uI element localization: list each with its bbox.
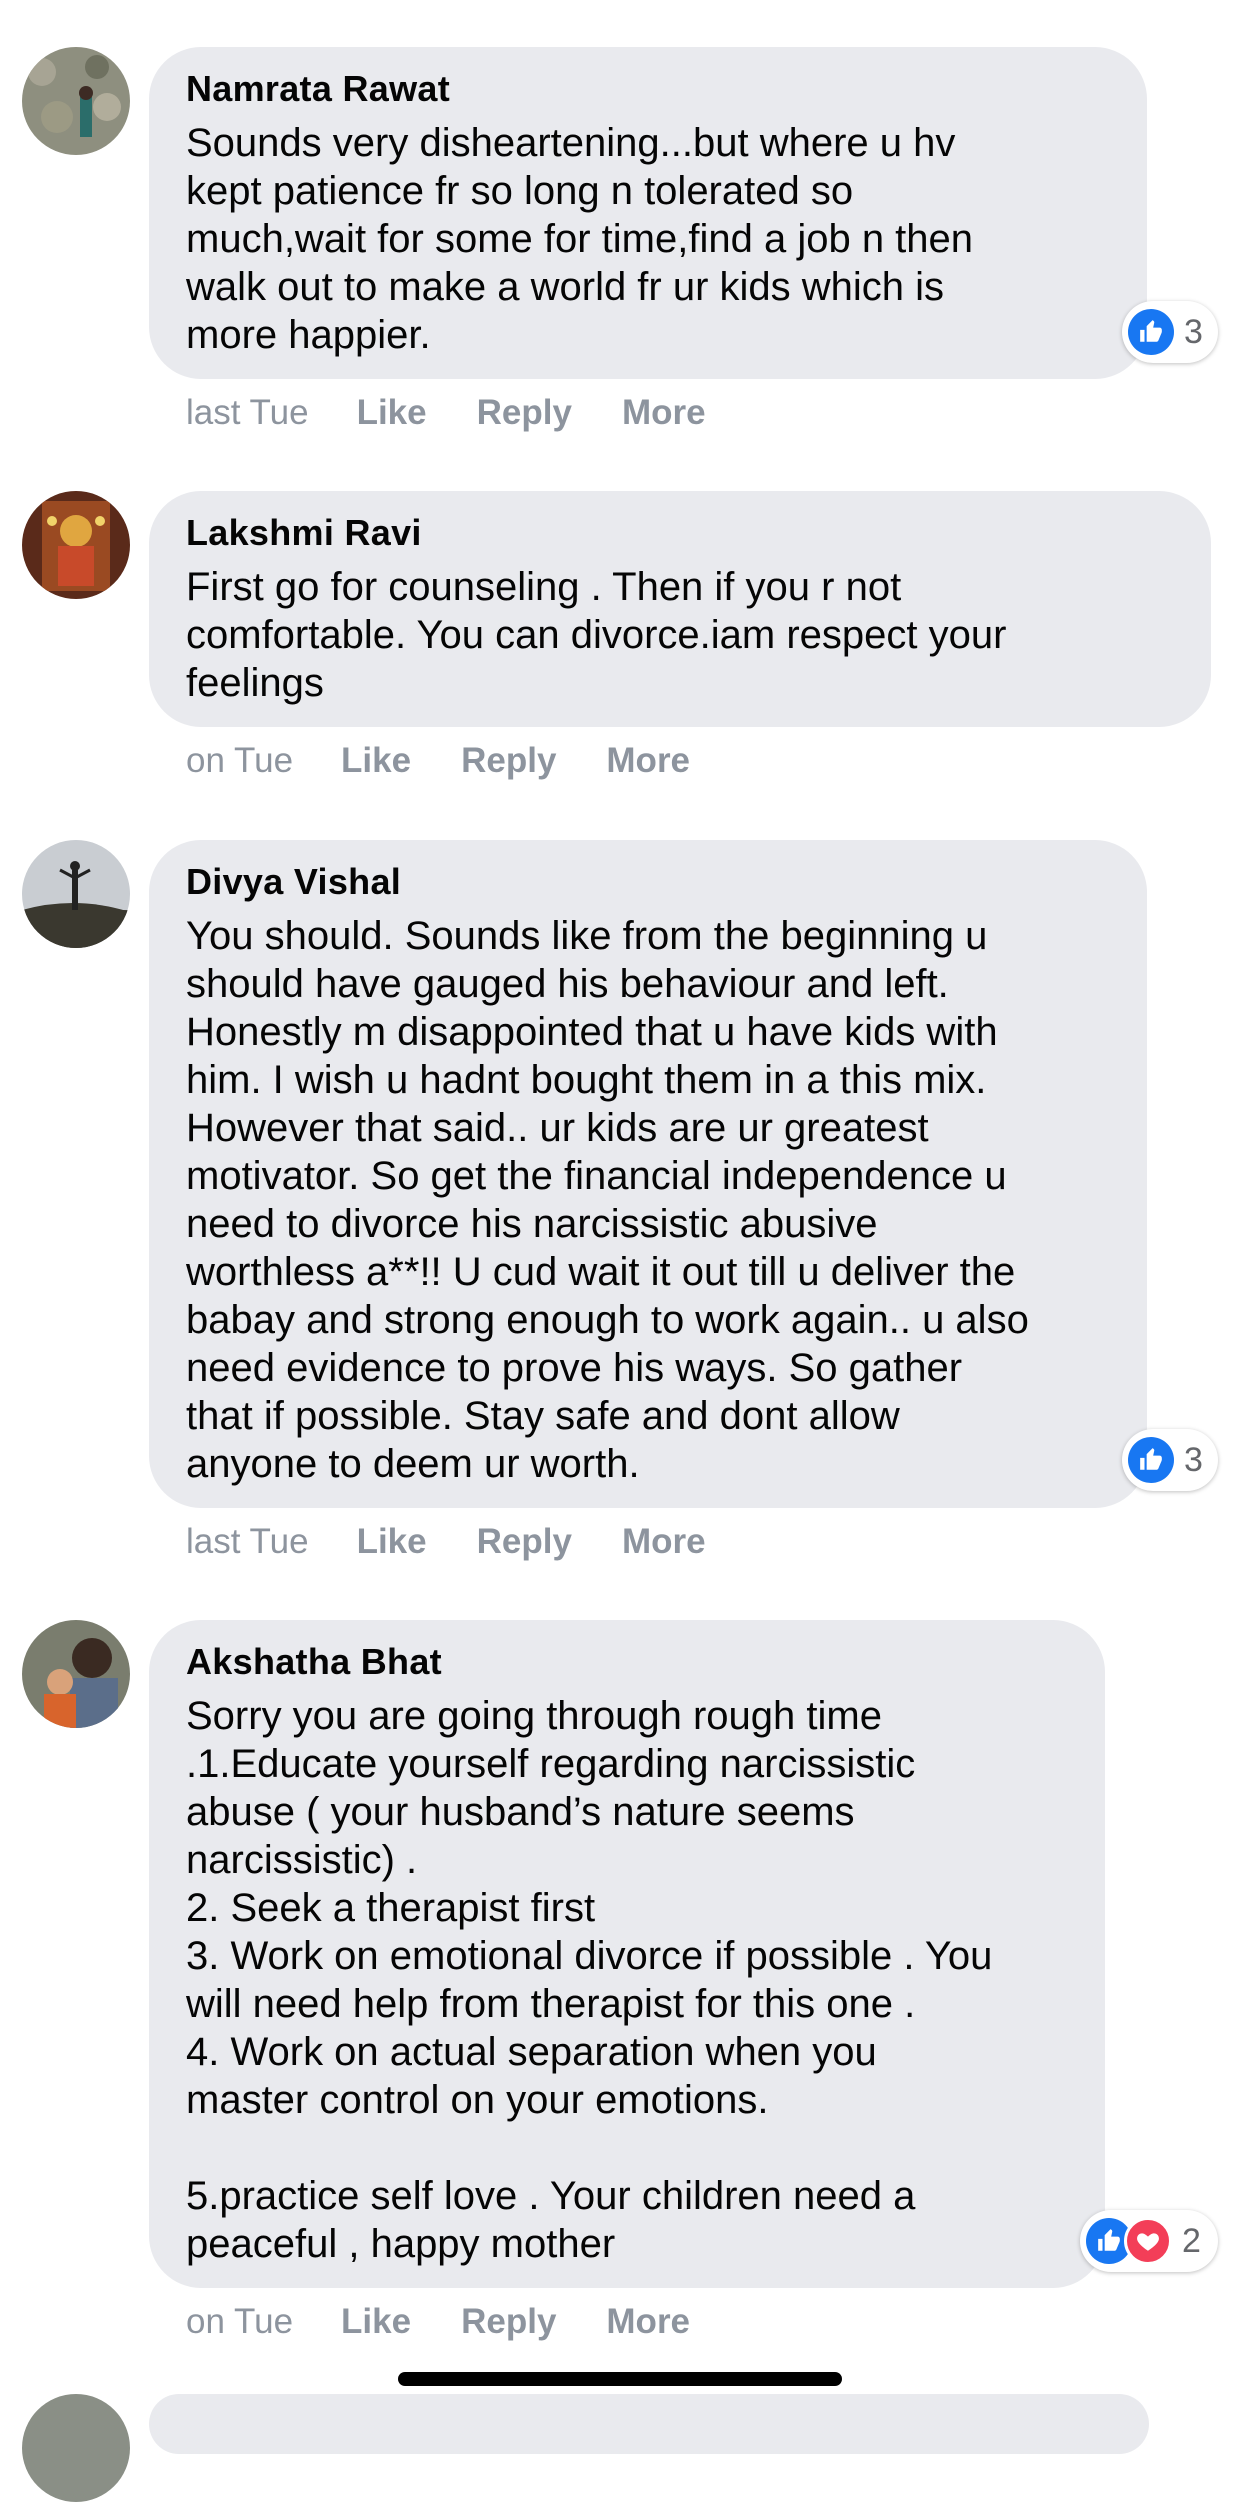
- comment-text: Sorry you are going through rough time .…: [186, 1694, 993, 2266]
- reply-button[interactable]: Reply: [477, 393, 572, 433]
- comment-bubble[interactable]: Akshatha Bhat Sorry you are going throug…: [149, 1620, 1105, 2288]
- reaction-summary[interactable]: 3: [1122, 1429, 1218, 1491]
- reaction-summary[interactable]: 2: [1080, 2210, 1218, 2272]
- comment-timestamp: last Tue: [186, 1522, 309, 1561]
- reaction-count: 3: [1184, 1440, 1203, 1479]
- reaction-count: 2: [1182, 2221, 1201, 2260]
- comment-timestamp: on Tue: [186, 741, 294, 780]
- reply-button[interactable]: Reply: [461, 2302, 556, 2342]
- reply-button[interactable]: Reply: [477, 1522, 572, 1562]
- comment-author[interactable]: Lakshmi Ravi: [186, 509, 1175, 557]
- comment-actions: last Tue Like Reply More: [186, 1522, 756, 1562]
- comment-author[interactable]: Namrata Rawat: [186, 65, 1111, 113]
- comment-timestamp: on Tue: [186, 2302, 294, 2341]
- more-button[interactable]: More: [606, 2302, 690, 2342]
- like-button[interactable]: Like: [357, 393, 427, 433]
- avatar[interactable]: [22, 47, 130, 155]
- like-button[interactable]: Like: [357, 1522, 427, 1562]
- avatar[interactable]: [22, 2394, 130, 2502]
- comment-author[interactable]: Akshatha Bhat: [186, 1638, 1069, 1686]
- like-button[interactable]: Like: [341, 2302, 411, 2342]
- comment-actions: on Tue Like Reply More: [186, 741, 740, 781]
- heart-icon: [1124, 2217, 1172, 2265]
- comment-bubble[interactable]: [149, 2394, 1149, 2454]
- comment-actions: last Tue Like Reply More: [186, 393, 756, 433]
- comment-bubble[interactable]: Lakshmi Ravi First go for counseling . T…: [149, 491, 1211, 727]
- comment-bubble[interactable]: Divya Vishal You should. Sounds like fro…: [149, 840, 1147, 1508]
- reaction-summary[interactable]: 3: [1122, 301, 1218, 363]
- avatar[interactable]: [22, 840, 130, 948]
- avatar[interactable]: [22, 491, 130, 599]
- comment-text: Sounds very disheartening...but where u …: [186, 121, 974, 357]
- more-button[interactable]: More: [622, 1522, 706, 1562]
- thumbs-up-icon: [1128, 1437, 1174, 1483]
- reply-button[interactable]: Reply: [461, 741, 556, 781]
- avatar[interactable]: [22, 1620, 130, 1728]
- reaction-count: 3: [1184, 312, 1203, 351]
- comment-bubble[interactable]: Namrata Rawat Sounds very disheartening.…: [149, 47, 1147, 379]
- like-button[interactable]: Like: [341, 741, 411, 781]
- thumbs-up-icon: [1128, 309, 1174, 355]
- comment-text: You should. Sounds like from the beginni…: [186, 914, 1029, 1486]
- comment-timestamp: last Tue: [186, 393, 309, 432]
- comment-text: First go for counseling . Then if you r …: [186, 565, 1007, 705]
- home-indicator[interactable]: [398, 2372, 842, 2386]
- more-button[interactable]: More: [606, 741, 690, 781]
- comment-author[interactable]: Divya Vishal: [186, 858, 1111, 906]
- comment-actions: on Tue Like Reply More: [186, 2302, 740, 2342]
- more-button[interactable]: More: [622, 393, 706, 433]
